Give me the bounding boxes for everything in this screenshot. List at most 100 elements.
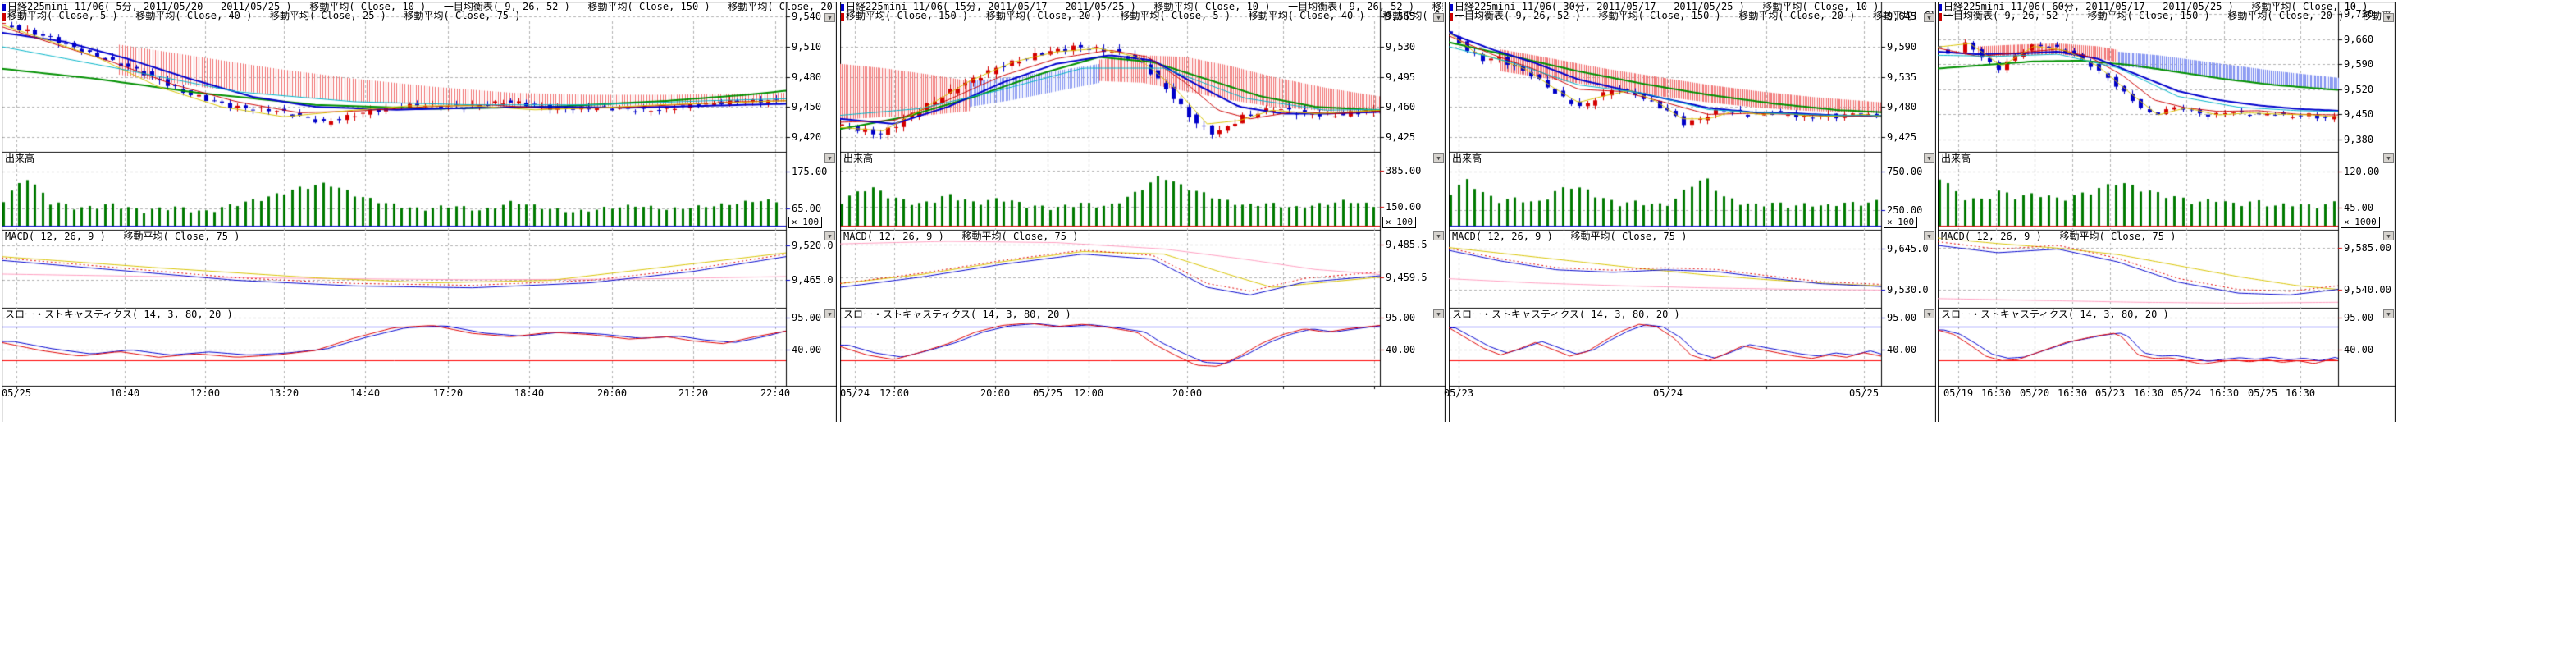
stoch-axis-label: 40.00 xyxy=(1386,345,1415,355)
chart-canvas[interactable] xyxy=(1938,2,2396,422)
volume-scale-box: × 100 xyxy=(1382,217,1416,228)
legend-color-chip xyxy=(2,4,6,11)
stoch-section-label: スロー・ストキャスティクス( 14, 3, 80, 20 ) xyxy=(5,310,233,319)
scroll-down-button[interactable]: ▼ xyxy=(2383,309,2394,318)
macd-axis-label: 9,520.0 xyxy=(792,240,834,250)
volume-axis-label: 175.00 xyxy=(792,167,827,176)
volume-scale-box: × 1000 xyxy=(2341,217,2380,228)
volume-section-label: 出来高 xyxy=(843,154,873,163)
panel-title: 日経225mini 11/06( 5分, 2011/05/20 - 2011/0… xyxy=(7,2,834,11)
volume-section-label: 出来高 xyxy=(5,154,34,163)
time-axis-label: 16:30 xyxy=(2284,388,2317,398)
time-axis-label: 22:40 xyxy=(759,388,792,398)
stoch-section-label: スロー・ストキャスティクス( 14, 3, 80, 20 ) xyxy=(843,310,1071,319)
time-axis-label: 05/25 xyxy=(0,388,33,398)
scroll-down-button[interactable]: ▼ xyxy=(1433,13,1444,22)
scroll-down-button[interactable]: ▼ xyxy=(1924,309,1934,318)
chart-canvas[interactable] xyxy=(2,2,837,422)
scroll-down-button[interactable]: ▼ xyxy=(824,153,835,162)
time-axis-label: 12:00 xyxy=(878,388,911,398)
chart-canvas[interactable] xyxy=(1449,2,1936,422)
time-axis-label: 17:20 xyxy=(432,388,464,398)
scroll-down-button[interactable]: ▼ xyxy=(1433,309,1444,318)
time-axis-label: 20:00 xyxy=(1171,388,1204,398)
time-axis-label: 05/24 xyxy=(1651,388,1684,398)
time-axis-label: 14:40 xyxy=(349,388,381,398)
scroll-down-button[interactable]: ▼ xyxy=(1924,153,1934,162)
time-axis-label: 18:40 xyxy=(513,388,546,398)
legend-color-chip xyxy=(841,4,844,11)
panel-5min: 日経225mini 11/06( 5分, 2011/05/20 - 2011/0… xyxy=(2,2,837,422)
volume-axis-label: 750.00 xyxy=(1887,167,1922,176)
volume-axis-label: 120.00 xyxy=(2344,167,2379,176)
time-axis-label: 05/25 xyxy=(1848,388,1880,398)
legend-color-chip xyxy=(1450,13,1453,21)
price-axis-label: 9,380 xyxy=(2344,135,2373,144)
scroll-down-button[interactable]: ▼ xyxy=(2383,153,2394,162)
price-axis-label: 9,450 xyxy=(792,102,821,112)
time-axis-label: 16:30 xyxy=(2208,388,2240,398)
scroll-down-button[interactable]: ▼ xyxy=(824,231,835,240)
time-axis-label: 13:20 xyxy=(267,388,300,398)
time-axis-label: 12:00 xyxy=(1072,388,1105,398)
macd-section-label: MACD( 12, 26, 9 ) 移動平均( Close, 75 ) xyxy=(843,232,1078,241)
panel-legend-line2: 一目均衡表( 9, 26, 52 ) 移動平均( Close, 150 ) 移動… xyxy=(1455,11,1934,21)
volume-axis-label: 65.00 xyxy=(792,204,821,213)
price-axis-label: 9,520 xyxy=(2344,85,2373,94)
volume-scale-box: × 100 xyxy=(788,217,822,228)
time-axis-label: 20:00 xyxy=(596,388,628,398)
panel-title: 日経225mini 11/06( 60分, 2011/05/17 - 2011/… xyxy=(1943,2,2393,11)
chart-workspace: 日経225mini 11/06( 5分, 2011/05/20 - 2011/0… xyxy=(0,0,2576,650)
price-axis-label: 9,460 xyxy=(1386,102,1415,112)
macd-axis-label: 9,459.5 xyxy=(1386,272,1427,282)
volume-axis-label: 45.00 xyxy=(2344,203,2373,213)
panel-legend-line2: 移動平均( Close, 5 ) 移動平均( Close, 40 ) 移動平均(… xyxy=(7,11,834,21)
volume-section-label: 出来高 xyxy=(1941,154,1971,163)
scroll-down-button[interactable]: ▼ xyxy=(824,309,835,318)
time-axis-label: 05/19 xyxy=(1942,388,1975,398)
volume-axis-label: 150.00 xyxy=(1386,202,1421,212)
legend-color-chip xyxy=(1939,13,1942,21)
price-axis-label: 9,645 xyxy=(1887,11,1916,21)
price-axis-label: 9,590 xyxy=(1887,42,1916,52)
price-axis-label: 9,590 xyxy=(2344,59,2373,69)
scroll-down-button[interactable]: ▼ xyxy=(1924,13,1934,22)
macd-axis-label: 9,540.00 xyxy=(2344,285,2391,295)
time-axis-label: 16:30 xyxy=(1980,388,2012,398)
panel-15min: 日経225mini 11/06( 15分, 2011/05/17 - 2011/… xyxy=(840,2,1446,422)
macd-axis-label: 9,645.0 xyxy=(1887,244,1929,254)
price-axis-label: 9,450 xyxy=(2344,109,2373,119)
time-axis-label: 21:20 xyxy=(677,388,710,398)
stoch-axis-label: 95.00 xyxy=(1386,313,1415,323)
macd-axis-label: 9,465.0 xyxy=(792,275,834,285)
scroll-down-button[interactable]: ▼ xyxy=(2383,13,2394,22)
panel-30min: 日経225mini 11/06( 30分, 2011/05/17 - 2011/… xyxy=(1449,2,1936,422)
macd-axis-label: 9,485.5 xyxy=(1386,240,1427,249)
stoch-axis-label: 40.00 xyxy=(1887,345,1916,355)
volume-scale-box: × 100 xyxy=(1884,217,1917,228)
scroll-down-button[interactable]: ▼ xyxy=(1924,231,1934,240)
panel-legend-line2: 移動平均( Close, 150 ) 移動平均( Close, 20 ) 移動平… xyxy=(846,11,1443,21)
stoch-section-label: スロー・ストキャスティクス( 14, 3, 80, 20 ) xyxy=(1452,310,1680,319)
price-axis-label: 9,425 xyxy=(1887,132,1916,142)
stoch-axis-label: 40.00 xyxy=(792,345,821,355)
time-axis-label: 10:40 xyxy=(108,388,141,398)
scroll-down-button[interactable]: ▼ xyxy=(824,13,835,22)
scroll-down-button[interactable]: ▼ xyxy=(2383,231,2394,240)
time-axis-label: 16:30 xyxy=(2132,388,2165,398)
chart-canvas[interactable] xyxy=(840,2,1446,422)
legend-color-chip xyxy=(841,13,844,21)
scroll-down-button[interactable]: ▼ xyxy=(1433,153,1444,162)
scroll-down-button[interactable]: ▼ xyxy=(1433,231,1444,240)
volume-axis-label: 385.00 xyxy=(1386,166,1421,176)
stoch-axis-label: 95.00 xyxy=(792,313,821,323)
volume-section-label: 出来高 xyxy=(1452,154,1482,163)
time-axis-label: 12:00 xyxy=(189,388,222,398)
time-axis-label: 05/25 xyxy=(2246,388,2279,398)
macd-section-label: MACD( 12, 26, 9 ) 移動平均( Close, 75 ) xyxy=(5,232,240,241)
macd-section-label: MACD( 12, 26, 9 ) 移動平均( Close, 75 ) xyxy=(1452,232,1687,241)
price-axis-label: 9,425 xyxy=(1386,132,1415,142)
time-axis-label: 05/24 xyxy=(838,388,871,398)
panel-60min: 日経225mini 11/06( 60分, 2011/05/17 - 2011/… xyxy=(1938,2,2396,422)
time-axis-label: 05/24 xyxy=(2170,388,2203,398)
